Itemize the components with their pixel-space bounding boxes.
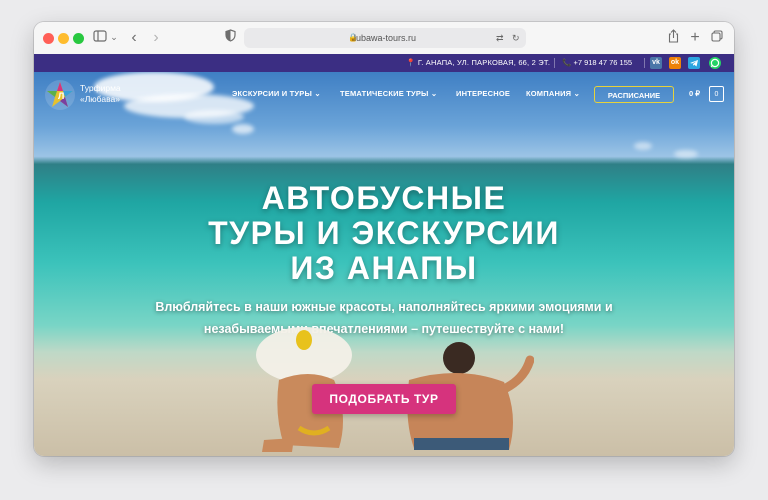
browser-window: ⌄ ‹ › 🔒 lubawa-tours.ru ⇄ ↻ + 📍 Г. АНАПА…: [34, 22, 734, 456]
nav-item-company[interactable]: КОМПАНИЯ ⌄: [526, 89, 580, 98]
chevron-down-icon: ⌄: [314, 89, 321, 98]
site-topbar: 📍 Г. АНАПА, УЛ. ПАРКОВАЯ, 66, 2 ЭТ. 📞 +7…: [34, 54, 734, 72]
nav-label: КОМПАНИЯ: [526, 89, 572, 98]
nav-label: ТЕМАТИЧЕСКИЕ ТУРЫ: [340, 89, 429, 98]
nav-label: ЭКСКУРСИИ И ТУРЫ: [232, 89, 313, 98]
hero-section: Л Турфирма «Любава» ЭКСКУРСИИ И ТУРЫ ⌄ Т…: [34, 72, 734, 456]
forward-icon[interactable]: ›: [150, 29, 162, 46]
nav-label: ИНТЕРЕСНОЕ: [456, 89, 511, 98]
address-info: 📍 Г. АНАПА, УЛ. ПАРКОВАЯ, 66, 2 ЭТ.: [406, 54, 550, 72]
logo-line2: «Любава»: [80, 94, 120, 104]
chevron-down-icon[interactable]: ⌄: [110, 29, 118, 46]
svg-text:Л: Л: [58, 91, 64, 101]
nav-item-interesting[interactable]: ИНТЕРЕСНОЕ: [456, 89, 510, 98]
vk-icon[interactable]: vk: [650, 57, 662, 69]
phone-text: +7 918 47 76 155: [573, 58, 633, 67]
minimize-window-button[interactable]: [58, 33, 69, 44]
telegram-icon[interactable]: [688, 57, 700, 69]
location-pin-icon: 📍: [406, 58, 416, 67]
odnoklassniki-icon[interactable]: ok: [669, 57, 681, 69]
nav-item-thematic-tours[interactable]: ТЕМАТИЧЕСКИЕ ТУРЫ ⌄: [340, 89, 437, 98]
close-window-button[interactable]: [43, 33, 54, 44]
cloud: [232, 124, 254, 134]
shield-icon[interactable]: [223, 29, 237, 46]
back-icon[interactable]: ‹: [128, 29, 140, 46]
sidebar-icon[interactable]: [92, 29, 108, 46]
hero-title-line2: ТУРЫ И ЭКСКУРСИИ: [208, 215, 560, 251]
address-text: Г. АНАПА, УЛ. ПАРКОВАЯ, 66, 2 ЭТ.: [417, 58, 551, 67]
logo-text[interactable]: Турфирма «Любава»: [80, 83, 121, 105]
url-text: lubawa-tours.ru: [353, 33, 417, 43]
share-icon[interactable]: [666, 29, 680, 46]
chevron-down-icon: ⌄: [430, 89, 438, 98]
chevron-down-icon: ⌄: [573, 89, 581, 98]
reload-icon[interactable]: ↻: [512, 28, 520, 48]
find-tour-button[interactable]: ПОДОБРАТЬ ТУР: [312, 384, 456, 414]
divider: [554, 58, 555, 68]
hero-title-line3: ИЗ АНАПЫ: [290, 250, 478, 286]
phone-icon: 📞: [562, 58, 572, 67]
cart-icon[interactable]: 0: [709, 86, 724, 102]
cart-total[interactable]: 0 ₽: [689, 89, 700, 98]
whatsapp-icon[interactable]: [709, 57, 721, 69]
maximize-window-button[interactable]: [73, 33, 84, 44]
cart-count: 0: [714, 91, 719, 98]
browser-toolbar: ⌄ ‹ › 🔒 lubawa-tours.ru ⇄ ↻ +: [34, 22, 734, 55]
tabs-overview-icon[interactable]: [710, 29, 724, 46]
translate-icon[interactable]: ⇄: [496, 28, 504, 48]
address-bar[interactable]: 🔒 lubawa-tours.ru ⇄ ↻: [244, 28, 526, 48]
hero-title-line1: АВТОБУСНЫЕ: [261, 180, 507, 216]
cloud: [634, 142, 652, 150]
logo-line1: Турфирма: [80, 83, 121, 93]
nav-item-excursions[interactable]: ЭКСКУРСИИ И ТУРЫ ⌄: [232, 89, 321, 98]
phone-link[interactable]: 📞 +7 918 47 76 155: [562, 54, 632, 72]
cloud: [184, 110, 244, 124]
divider: [644, 58, 645, 68]
new-tab-icon[interactable]: +: [688, 29, 702, 46]
hero-subtitle-line1: Влюбляйтесь в наши южные красоты, наполн…: [155, 300, 613, 314]
schedule-button[interactable]: РАСПИСАНИЕ: [594, 86, 674, 103]
cloud: [674, 150, 698, 158]
company-logo[interactable]: Л: [44, 79, 76, 111]
